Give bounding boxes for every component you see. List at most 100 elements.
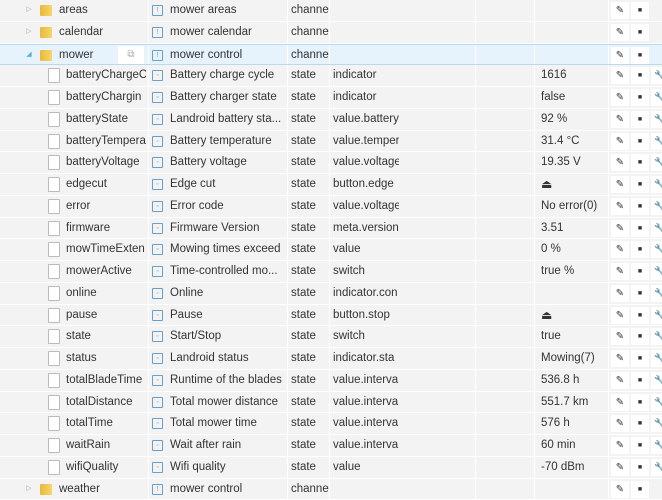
delete-button[interactable]: ■: [631, 110, 649, 128]
settings-button[interactable]: 🔧: [651, 110, 662, 128]
column-divider: [287, 152, 288, 173]
settings-button[interactable]: 🔧: [651, 328, 662, 346]
delete-button[interactable]: ■: [631, 328, 649, 346]
delete-button[interactable]: ■: [631, 480, 649, 498]
delete-button[interactable]: ■: [631, 176, 649, 193]
settings-button[interactable]: 🔧: [651, 219, 662, 237]
delete-button[interactable]: ■: [631, 132, 649, 150]
delete-button[interactable]: ■: [631, 89, 649, 106]
tree-row-totalDistance[interactable]: totalDistance ◦ Total mower distance state v…: [0, 391, 662, 414]
edit-button[interactable]: ✎: [611, 46, 629, 64]
object-type: channe: [291, 4, 329, 16]
settings-button[interactable]: 🔧: [651, 371, 662, 389]
edit-button[interactable]: ✎: [611, 306, 629, 324]
object-type: state: [291, 134, 316, 147]
edit-button[interactable]: ✎: [611, 371, 629, 389]
expand-icon[interactable]: ▷: [24, 0, 34, 20]
settings-button[interactable]: 🔧: [651, 197, 662, 215]
edit-button[interactable]: ✎: [611, 393, 629, 411]
settings-button[interactable]: 🔧: [651, 241, 662, 259]
edit-button[interactable]: ✎: [611, 263, 629, 280]
tree-row-pause[interactable]: pause ◦ Pause state button.stop ⏏ ✎ ■ 🔧: [0, 304, 662, 327]
tree-row-status[interactable]: status ◦ Landroid status state indicator.sta…: [0, 348, 662, 370]
settings-button[interactable]: 🔧: [651, 154, 662, 172]
edit-button[interactable]: ✎: [611, 132, 629, 150]
settings-button[interactable]: 🔧: [651, 437, 662, 454]
delete-button[interactable]: ■: [631, 2, 649, 19]
delete-button[interactable]: ■: [631, 154, 649, 172]
edit-button[interactable]: ✎: [611, 110, 629, 128]
collapse-icon[interactable]: ◢: [24, 45, 34, 65]
edit-button[interactable]: ✎: [611, 67, 629, 85]
tree-row-totalBladeTime[interactable]: totalBladeTime ◦ Runtime of the blades stat…: [0, 369, 662, 392]
settings-button[interactable]: 🔧: [651, 393, 662, 411]
settings-button[interactable]: 🔧: [651, 263, 662, 280]
settings-button[interactable]: 🔧: [651, 67, 662, 85]
tree-row-batteryTempera[interactable]: batteryTempera ◦ Battery temperature state v…: [0, 130, 662, 153]
tree-row-mower[interactable]: ◢ mower ⧉! mower control channe ✎ ■: [0, 43, 662, 66]
settings-button[interactable]: 🔧: [651, 284, 662, 302]
tree-row-totalTime[interactable]: totalTime ◦ Total mower time state value.int…: [0, 413, 662, 435]
settings-button[interactable]: 🔧: [651, 89, 662, 106]
tree-row-state[interactable]: state ◦ Start/Stop state switch true ✎ ■ 🔧: [0, 326, 662, 348]
eject-icon[interactable]: ⏏: [541, 174, 609, 194]
tree-row-mowTimeExten[interactable]: mowTimeExten ◦ Mowing times exceed state val…: [0, 239, 662, 261]
expand-icon[interactable]: ▷: [24, 22, 34, 42]
edit-button[interactable]: ✎: [611, 197, 629, 215]
delete-button[interactable]: ■: [631, 219, 649, 237]
delete-button[interactable]: ■: [631, 241, 649, 259]
tree-row-areas[interactable]: ▷ areas! mower areas channe ✎ ■: [0, 0, 662, 22]
delete-button[interactable]: ■: [631, 437, 649, 454]
delete-button[interactable]: ■: [631, 46, 649, 64]
copy-icon[interactable]: ⧉: [118, 45, 144, 64]
edit-button[interactable]: ✎: [611, 176, 629, 193]
tree-row-waitRain[interactable]: waitRain ◦ Wait after rain state value.inter…: [0, 435, 662, 457]
settings-button[interactable]: 🔧: [651, 458, 662, 476]
tree-row-calendar[interactable]: ▷ calendar! mower calendar channe ✎ ■: [0, 21, 662, 44]
tree-row-error[interactable]: error ◦ Error code state value.voltage No err…: [0, 195, 662, 218]
edit-button[interactable]: ✎: [611, 458, 629, 476]
settings-button[interactable]: 🔧: [651, 415, 662, 433]
edit-button[interactable]: ✎: [611, 350, 629, 367]
edit-button[interactable]: ✎: [611, 437, 629, 454]
delete-button[interactable]: ■: [631, 23, 649, 41]
edit-button[interactable]: ✎: [611, 219, 629, 237]
edit-button[interactable]: ✎: [611, 23, 629, 41]
edit-button[interactable]: ✎: [611, 89, 629, 106]
tree-row-wifiQuality[interactable]: wifiQuality ◦ Wifi quality state value -70 dB…: [0, 456, 662, 479]
delete-button[interactable]: ■: [631, 415, 649, 433]
eject-icon[interactable]: ⏏: [541, 305, 609, 325]
delete-button[interactable]: ■: [631, 284, 649, 302]
delete-button[interactable]: ■: [631, 306, 649, 324]
delete-button[interactable]: ■: [631, 263, 649, 280]
edit-button[interactable]: ✎: [611, 284, 629, 302]
tree-row-edgecut[interactable]: edgecut ◦ Edge cut state button.edge ⏏ ✎ ■ 🔧: [0, 174, 662, 196]
delete-button[interactable]: ■: [631, 371, 649, 389]
delete-button[interactable]: ■: [631, 350, 649, 367]
tree-row-batteryState[interactable]: batteryState ◦ Landroid battery sta... stat…: [0, 108, 662, 131]
edit-button[interactable]: ✎: [611, 480, 629, 498]
settings-button[interactable]: 🔧: [651, 132, 662, 150]
settings-button[interactable]: 🔧: [651, 350, 662, 367]
edit-button[interactable]: ✎: [611, 154, 629, 172]
delete-button[interactable]: ■: [631, 393, 649, 411]
tree-row-batteryVoltage[interactable]: batteryVoltage ◦ Battery voltage state value…: [0, 152, 662, 174]
settings-button[interactable]: 🔧: [651, 306, 662, 324]
tree-row-batteryChargin[interactable]: batteryChargin ◦ Battery charger state stat…: [0, 87, 662, 109]
expand-icon[interactable]: ▷: [24, 479, 34, 499]
column-divider: [534, 0, 535, 21]
edit-button[interactable]: ✎: [611, 328, 629, 346]
tree-row-mowerActive[interactable]: mowerActive ◦ Time-controlled mo... state sw…: [0, 261, 662, 283]
tree-row-online[interactable]: online ◦ Online state indicator.con ✎ ■ 🔧: [0, 282, 662, 305]
settings-button[interactable]: 🔧: [651, 176, 662, 193]
tree-row-firmware[interactable]: firmware ◦ Firmware Version state meta.versi…: [0, 217, 662, 240]
edit-button[interactable]: ✎: [611, 2, 629, 19]
edit-button[interactable]: ✎: [611, 241, 629, 259]
delete-button[interactable]: ■: [631, 67, 649, 85]
tree-row-batteryChargeC[interactable]: batteryChargeC ◦ Battery charge cycle state…: [0, 65, 662, 87]
edit-button[interactable]: ✎: [611, 415, 629, 433]
column-divider: [475, 326, 476, 347]
delete-button[interactable]: ■: [631, 458, 649, 476]
tree-row-weather[interactable]: ▷ weather! mower control channe ✎ ■: [0, 478, 662, 500]
delete-button[interactable]: ■: [631, 197, 649, 215]
